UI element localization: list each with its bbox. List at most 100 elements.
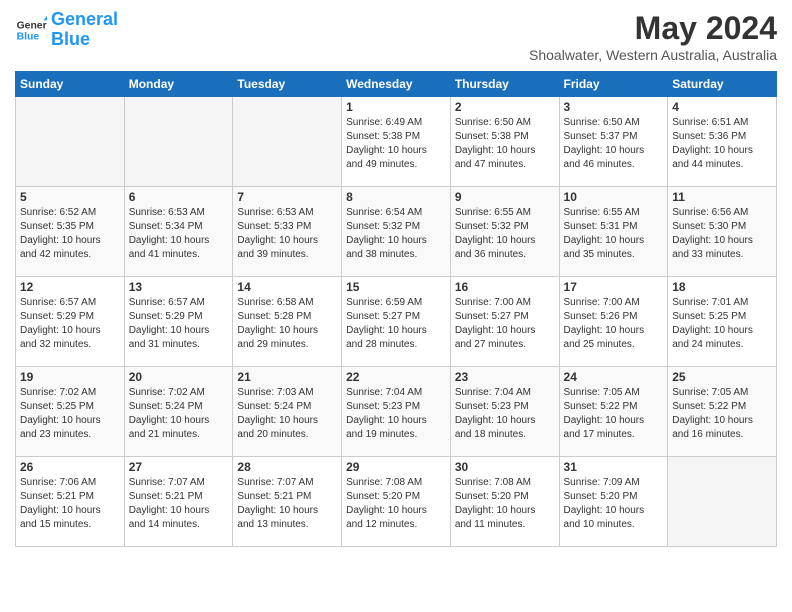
sunset: Sunset: 5:34 PM [129, 221, 203, 232]
sunrise: Sunrise: 6:57 AM [129, 297, 205, 308]
sunset: Sunset: 5:29 PM [20, 311, 94, 322]
daylight: Daylight: 10 hours and 39 minutes. [237, 235, 318, 260]
sunset: Sunset: 5:33 PM [237, 221, 311, 232]
sunrise: Sunrise: 6:53 AM [129, 207, 205, 218]
logo-general: General [51, 9, 118, 29]
sunset: Sunset: 5:21 PM [20, 491, 94, 502]
day-info: Sunrise: 6:58 AMSunset: 5:28 PMDaylight:… [237, 296, 337, 352]
sunrise: Sunrise: 7:04 AM [346, 387, 422, 398]
daylight: Daylight: 10 hours and 36 minutes. [455, 235, 536, 260]
sunset: Sunset: 5:23 PM [346, 401, 420, 412]
daylight: Daylight: 10 hours and 14 minutes. [129, 505, 210, 530]
day-number: 10 [564, 190, 664, 204]
sunrise: Sunrise: 6:55 AM [455, 207, 531, 218]
calendar-day-cell: 12Sunrise: 6:57 AMSunset: 5:29 PMDayligh… [16, 277, 125, 367]
day-number: 29 [346, 460, 446, 474]
sunrise: Sunrise: 6:51 AM [672, 117, 748, 128]
calendar-day-cell: 6Sunrise: 6:53 AMSunset: 5:34 PMDaylight… [124, 187, 233, 277]
daylight: Daylight: 10 hours and 21 minutes. [129, 415, 210, 440]
day-info: Sunrise: 6:53 AMSunset: 5:34 PMDaylight:… [129, 206, 229, 262]
daylight: Daylight: 10 hours and 44 minutes. [672, 145, 753, 170]
day-info: Sunrise: 7:09 AMSunset: 5:20 PMDaylight:… [564, 476, 664, 532]
calendar-day-cell: 7Sunrise: 6:53 AMSunset: 5:33 PMDaylight… [233, 187, 342, 277]
daylight: Daylight: 10 hours and 18 minutes. [455, 415, 536, 440]
sunrise: Sunrise: 7:08 AM [455, 477, 531, 488]
calendar-day-cell: 4Sunrise: 6:51 AMSunset: 5:36 PMDaylight… [668, 97, 777, 187]
day-number: 27 [129, 460, 229, 474]
daylight: Daylight: 10 hours and 47 minutes. [455, 145, 536, 170]
day-number: 2 [455, 100, 555, 114]
calendar-day-cell: 3Sunrise: 6:50 AMSunset: 5:37 PMDaylight… [559, 97, 668, 187]
sunset: Sunset: 5:27 PM [346, 311, 420, 322]
calendar-week-row: 26 Sunrise: 7:06 AM Sunset: 5:21 PM Dayligh… [16, 457, 777, 547]
daylight: Daylight: 10 hours and 17 minutes. [564, 415, 645, 440]
daylight: Daylight: 10 hours and 12 minutes. [346, 505, 427, 530]
sunrise: Sunrise: 7:00 AM [564, 297, 640, 308]
calendar-day-cell: 30Sunrise: 7:08 AMSunset: 5:20 PMDayligh… [450, 457, 559, 547]
day-number: 15 [346, 280, 446, 294]
calendar-day-cell: 20Sunrise: 7:02 AMSunset: 5:24 PMDayligh… [124, 367, 233, 457]
calendar-day-cell: 18Sunrise: 7:01 AMSunset: 5:25 PMDayligh… [668, 277, 777, 367]
day-info: Sunrise: 6:55 AMSunset: 5:32 PMDaylight:… [455, 206, 555, 262]
day-number: 6 [129, 190, 229, 204]
day-number: 28 [237, 460, 337, 474]
sunset: Sunset: 5:23 PM [455, 401, 529, 412]
sunrise: Sunrise: 7:02 AM [20, 387, 96, 398]
day-number: 26 [20, 460, 120, 474]
daylight: Daylight: 10 hours and 35 minutes. [564, 235, 645, 260]
calendar-day-cell: 1Sunrise: 6:49 AMSunset: 5:38 PMDaylight… [342, 97, 451, 187]
weekday-header: Saturday [668, 72, 777, 97]
day-info: Sunrise: 7:06 AMSunset: 5:21 PMDaylight:… [20, 476, 120, 532]
weekday-header: Sunday [16, 72, 125, 97]
day-info: Sunrise: 7:05 AMSunset: 5:22 PMDaylight:… [564, 386, 664, 442]
day-info: Sunrise: 6:53 AMSunset: 5:33 PMDaylight:… [237, 206, 337, 262]
day-number: 19 [20, 370, 120, 384]
day-number: 18 [672, 280, 772, 294]
day-number: 24 [564, 370, 664, 384]
calendar-week-row: 12Sunrise: 6:57 AMSunset: 5:29 PMDayligh… [16, 277, 777, 367]
daylight: Daylight: 10 hours and 32 minutes. [20, 325, 101, 350]
day-number: 14 [237, 280, 337, 294]
day-info: Sunrise: 6:51 AMSunset: 5:36 PMDaylight:… [672, 116, 772, 172]
sunrise: Sunrise: 7:00 AM [455, 297, 531, 308]
calendar-day-cell: 9Sunrise: 6:55 AMSunset: 5:32 PMDaylight… [450, 187, 559, 277]
day-info: Sunrise: 6:49 AMSunset: 5:38 PMDaylight:… [346, 116, 446, 172]
calendar-day-cell [124, 97, 233, 187]
calendar-day-cell [668, 457, 777, 547]
sunrise: Sunrise: 6:49 AM [346, 117, 422, 128]
daylight: Daylight: 10 hours and 38 minutes. [346, 235, 427, 260]
day-number: 30 [455, 460, 555, 474]
calendar-day-cell: 11Sunrise: 6:56 AMSunset: 5:30 PMDayligh… [668, 187, 777, 277]
day-info: Sunrise: 7:02 AMSunset: 5:24 PMDaylight:… [129, 386, 229, 442]
sunset: Sunset: 5:31 PM [564, 221, 638, 232]
sunrise: Sunrise: 6:57 AM [20, 297, 96, 308]
daylight: Daylight: 10 hours and 49 minutes. [346, 145, 427, 170]
sunset: Sunset: 5:21 PM [237, 491, 311, 502]
sunrise: Sunrise: 7:07 AM [237, 477, 313, 488]
daylight: Daylight: 10 hours and 42 minutes. [20, 235, 101, 260]
sunrise: Sunrise: 7:05 AM [564, 387, 640, 398]
day-number: 16 [455, 280, 555, 294]
daylight: Daylight: 10 hours and 19 minutes. [346, 415, 427, 440]
day-info: Sunrise: 6:57 AM Sunset: 5:29 PM Daylight:… [20, 296, 120, 352]
day-info: Sunrise: 6:50 AMSunset: 5:38 PMDaylight:… [455, 116, 555, 172]
page-header: General Blue General Blue May 2024 Shoal… [15, 10, 777, 63]
day-info: Sunrise: 7:00 AMSunset: 5:27 PMDaylight:… [455, 296, 555, 352]
calendar-day-cell: 29Sunrise: 7:08 AMSunset: 5:20 PMDayligh… [342, 457, 451, 547]
calendar-day-cell: 27Sunrise: 7:07 AMSunset: 5:21 PMDayligh… [124, 457, 233, 547]
daylight: Daylight: 10 hours and 33 minutes. [672, 235, 753, 260]
daylight: Daylight: 10 hours and 25 minutes. [564, 325, 645, 350]
day-info: Sunrise: 7:04 AMSunset: 5:23 PMDaylight:… [455, 386, 555, 442]
sunrise: Sunrise: 7:06 AM [20, 477, 96, 488]
day-number: 23 [455, 370, 555, 384]
calendar-day-cell: 22Sunrise: 7:04 AMSunset: 5:23 PMDayligh… [342, 367, 451, 457]
calendar-week-row: 19Sunrise: 7:02 AMSunset: 5:25 PMDayligh… [16, 367, 777, 457]
calendar-day-cell [16, 97, 125, 187]
sunset: Sunset: 5:22 PM [672, 401, 746, 412]
daylight: Daylight: 10 hours and 10 minutes. [564, 505, 645, 530]
calendar-week-row: 5Sunrise: 6:52 AMSunset: 5:35 PMDaylight… [16, 187, 777, 277]
calendar-day-cell: 10Sunrise: 6:55 AMSunset: 5:31 PMDayligh… [559, 187, 668, 277]
daylight: Daylight: 10 hours and 13 minutes. [237, 505, 318, 530]
sunrise: Sunrise: 6:56 AM [672, 207, 748, 218]
sunset: Sunset: 5:20 PM [455, 491, 529, 502]
